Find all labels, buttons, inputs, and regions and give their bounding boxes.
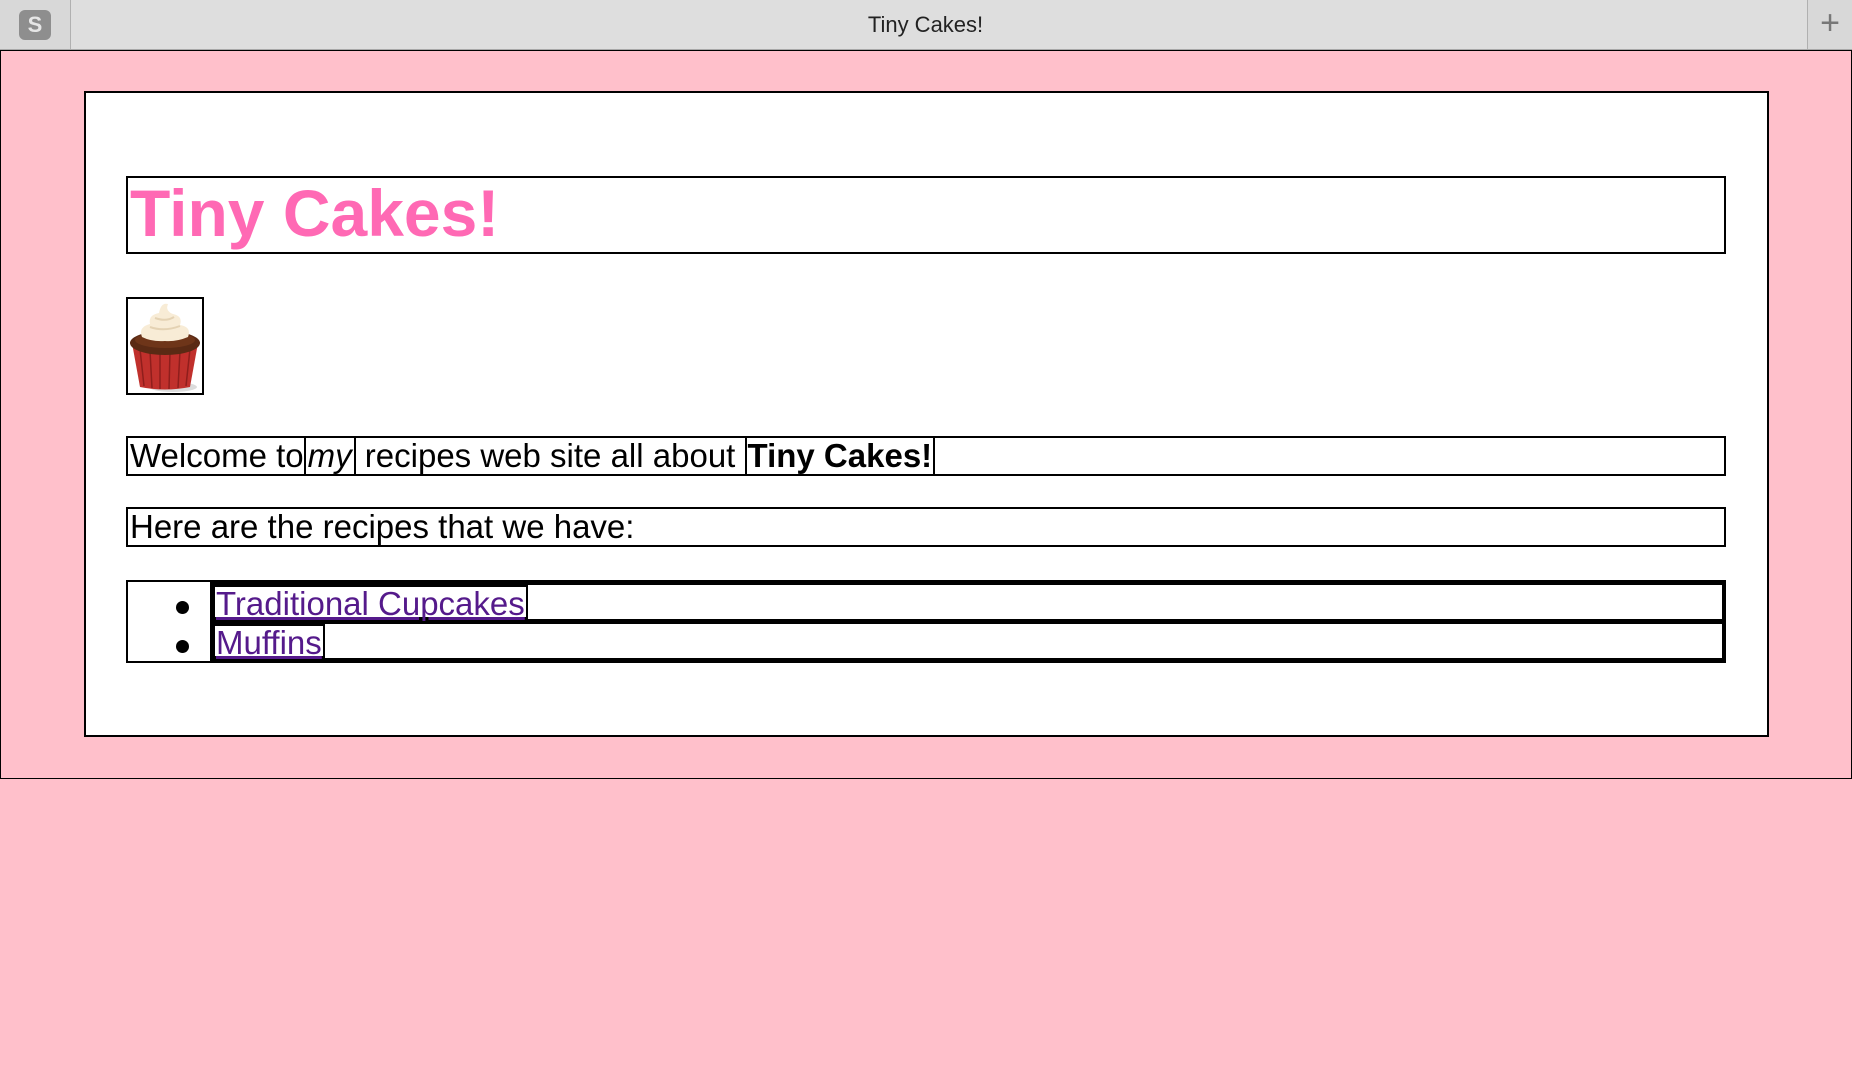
page-title: Tiny Cakes!	[130, 176, 500, 250]
page-heading-box: Tiny Cakes!	[126, 176, 1726, 254]
recipes-intro-text: Here are the recipes that we have:	[130, 508, 635, 545]
recipes-intro: Here are the recipes that we have:	[126, 507, 1726, 547]
list-bullet	[176, 601, 189, 614]
list-bullet	[176, 640, 189, 653]
list-item: Muffins	[210, 621, 1725, 661]
welcome-paragraph: Welcome to my recipes web site all about…	[126, 436, 1726, 476]
cupcake-image	[126, 297, 204, 395]
app-logo-icon: S	[19, 10, 51, 40]
welcome-strong: Tiny Cakes!	[744, 438, 936, 474]
recipe-list: Traditional Cupcakes Muffins	[126, 580, 1726, 663]
cupcake-icon	[130, 303, 200, 392]
active-tab[interactable]: Tiny Cakes!	[71, 0, 1780, 49]
welcome-text-middle: recipes web site all about	[355, 437, 745, 474]
sidebar-toggle-button[interactable]: S	[0, 0, 71, 49]
new-tab-button[interactable]: +	[1807, 0, 1852, 49]
welcome-text-start: Welcome to	[130, 437, 304, 474]
browser-tab-bar: S Tiny Cakes! +	[0, 0, 1852, 50]
welcome-emphasis: my	[303, 438, 356, 474]
list-item: Traditional Cupcakes	[210, 582, 1725, 622]
recipe-link-muffins[interactable]: Muffins	[213, 624, 325, 659]
recipe-link-traditional-cupcakes[interactable]: Traditional Cupcakes	[213, 585, 528, 620]
